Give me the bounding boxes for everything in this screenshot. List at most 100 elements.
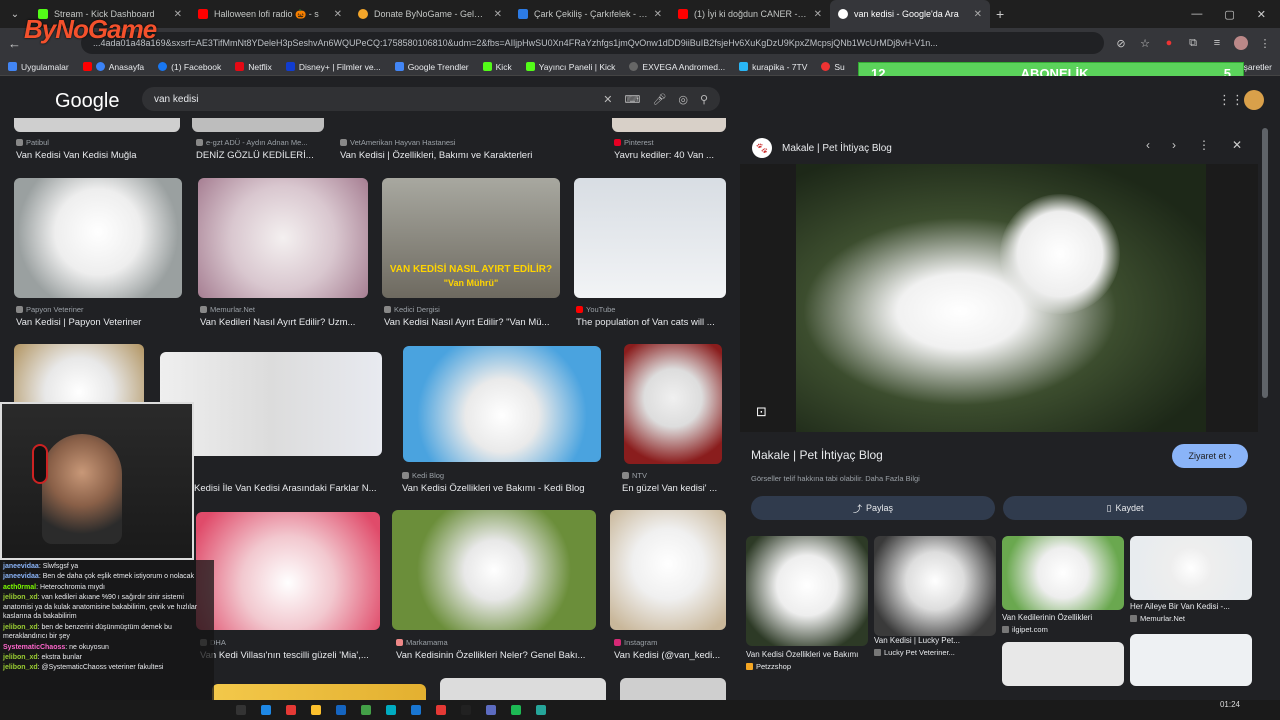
back-icon[interactable]: ← bbox=[8, 36, 21, 51]
bookmark-7tv[interactable]: kurapika - 7TV bbox=[739, 62, 807, 72]
close-icon[interactable]: ✕ bbox=[334, 9, 342, 20]
maximize-icon[interactable]: ▢ bbox=[1224, 8, 1234, 21]
related-thumb[interactable] bbox=[746, 536, 868, 646]
result-caption[interactable]: Yavru kediler: 40 Van ... bbox=[614, 150, 726, 161]
chrome-icon[interactable] bbox=[361, 705, 371, 715]
tab-donate[interactable]: Donate ByNoGame - Gelen/Gid ✕ bbox=[350, 0, 510, 28]
keyboard-icon[interactable]: ⌨ bbox=[624, 93, 640, 106]
extension-red-icon[interactable]: ● bbox=[1162, 36, 1176, 50]
menu-icon[interactable]: ⋮ bbox=[1258, 36, 1272, 50]
next-icon[interactable]: › bbox=[1172, 138, 1176, 152]
related-thumb[interactable] bbox=[1002, 642, 1124, 686]
bookmark-su[interactable]: Su bbox=[821, 62, 845, 72]
lens-search-icon[interactable]: ⊡ bbox=[756, 404, 767, 420]
media-icon[interactable]: ≡ bbox=[1210, 36, 1224, 50]
result-thumb[interactable] bbox=[610, 510, 726, 630]
eye-off-icon[interactable]: ⊘ bbox=[1114, 36, 1128, 50]
app-blue-icon[interactable] bbox=[411, 705, 421, 715]
google-logo[interactable]: Google bbox=[55, 90, 120, 113]
tab-caner[interactable]: (1) İyi ki doğdun CANER - İsme ✕ bbox=[670, 0, 830, 28]
related-caption[interactable]: Her Aileye Bir Van Kedisi -... bbox=[1130, 602, 1254, 611]
tab-google-search[interactable]: van kedisi - Google'da Ara ✕ bbox=[830, 0, 990, 28]
panel-title[interactable]: Makale | Pet İhtiyaç Blog bbox=[751, 448, 883, 462]
url-field[interactable]: ...4ada01a48a169&sxsrf=AE3TifMmNt8YDeleH… bbox=[81, 32, 1104, 54]
result-thumb[interactable] bbox=[196, 512, 380, 630]
related-caption[interactable]: Van Kedisi | Lucky Pet... bbox=[874, 636, 998, 645]
minimize-icon[interactable]: — bbox=[1191, 8, 1202, 21]
app-red-icon[interactable] bbox=[286, 705, 296, 715]
extensions-icon[interactable]: ⧉ bbox=[1186, 36, 1200, 50]
result-caption[interactable]: Van Kedisi | Özellikleri, Bakımı ve Kara… bbox=[340, 150, 600, 161]
result-caption[interactable]: Van Kedisi Nasıl Ayırt Edilir? "Van Mü..… bbox=[384, 317, 560, 328]
panel-scrollbar[interactable] bbox=[1262, 128, 1268, 398]
panel-site-name[interactable]: Makale | Pet İhtiyaç Blog bbox=[782, 143, 892, 154]
result-thumb[interactable] bbox=[624, 344, 722, 464]
store-icon[interactable] bbox=[336, 705, 346, 715]
close-icon[interactable]: ✕ bbox=[654, 9, 662, 20]
search-input[interactable]: van kedisi bbox=[154, 94, 591, 105]
result-thumb[interactable] bbox=[198, 178, 368, 298]
taskview-icon[interactable] bbox=[236, 705, 246, 715]
bookmark-anasayfa[interactable]: Anasayfa bbox=[82, 62, 144, 72]
bookmark-disney[interactable]: Disney+ | Filmler ve... bbox=[285, 62, 381, 72]
related-thumb[interactable] bbox=[1002, 536, 1124, 610]
result-caption[interactable]: The population of Van cats will ... bbox=[576, 317, 726, 328]
more-icon[interactable]: ⋮ bbox=[1198, 138, 1210, 152]
close-icon[interactable]: ✕ bbox=[174, 9, 182, 20]
obs-icon[interactable] bbox=[436, 705, 446, 715]
bookmark-trends[interactable]: Google Trendler bbox=[394, 62, 469, 72]
result-caption[interactable]: Kedisi İle Van Kedisi Arasındaki Farklar… bbox=[194, 483, 384, 494]
bookmark-apps[interactable]: Uygulamalar bbox=[8, 62, 69, 72]
result-thumb[interactable] bbox=[192, 118, 324, 132]
preview-image[interactable]: ⊡ bbox=[740, 164, 1258, 432]
close-icon[interactable]: ✕ bbox=[494, 9, 502, 20]
result-thumb[interactable]: VAN KEDİSİ NASIL AYIRT EDİLİR? "Van Mühr… bbox=[382, 178, 560, 298]
result-caption[interactable]: Van Kedisi Özellikleri ve Bakımı - Kedi … bbox=[402, 483, 602, 494]
app-teal-icon[interactable] bbox=[536, 705, 546, 715]
related-thumb[interactable] bbox=[1130, 634, 1252, 686]
tab-halloween[interactable]: Halloween lofi radio 🎃 - s ✕ bbox=[190, 0, 350, 28]
edge-icon[interactable] bbox=[261, 705, 271, 715]
result-caption[interactable]: Van Kedisi | Papyon Veteriner bbox=[16, 317, 186, 328]
tab-cark[interactable]: Çark Çekiliş - Çarkıfelek - Hızlı ✕ bbox=[510, 0, 670, 28]
close-icon[interactable]: ✕ bbox=[1232, 138, 1242, 152]
result-caption[interactable]: DENİZ GÖZLÜ KEDİLERİ... bbox=[196, 150, 326, 161]
app-dark-icon[interactable] bbox=[461, 705, 471, 715]
related-caption[interactable]: Van Kedisi Özellikleri ve Bakımı bbox=[746, 650, 870, 659]
result-caption[interactable]: En güzel Van kedisi' ... bbox=[622, 483, 726, 494]
lens-icon[interactable]: ◎ bbox=[678, 93, 688, 106]
bookmark-exvega[interactable]: EXVEGA Andromed... bbox=[629, 62, 725, 72]
related-caption[interactable]: Van Kedilerinin Özellikleri bbox=[1002, 613, 1126, 622]
account-avatar[interactable] bbox=[1244, 90, 1264, 110]
result-thumb[interactable] bbox=[403, 346, 601, 462]
result-thumb[interactable] bbox=[14, 178, 182, 298]
new-tab-button[interactable]: + bbox=[996, 6, 1004, 22]
mic-icon[interactable]: 🎤︎ bbox=[652, 93, 666, 106]
search-box[interactable]: van kedisi ✕ ⌨ 🎤︎ ◎ ⚲ bbox=[142, 87, 720, 111]
result-thumb[interactable] bbox=[392, 510, 596, 630]
close-icon[interactable]: ✕ bbox=[814, 9, 822, 20]
share-button[interactable]: ⤴ Paylaş bbox=[751, 496, 995, 520]
save-button[interactable]: ▯ Kaydet bbox=[1003, 496, 1247, 520]
app-cyan-icon[interactable] bbox=[386, 705, 396, 715]
result-thumb[interactable] bbox=[574, 178, 726, 298]
profile-icon[interactable] bbox=[1234, 36, 1248, 50]
bookmark-kick-panel[interactable]: Yayıncı Paneli | Kick bbox=[525, 62, 615, 72]
clear-icon[interactable]: ✕ bbox=[603, 93, 612, 106]
bookmark-kick[interactable]: Kick bbox=[482, 62, 512, 72]
result-caption[interactable]: Van Kedileri Nasıl Ayırt Edilir? Uzm... bbox=[200, 317, 370, 328]
search-icon[interactable]: ⚲ bbox=[700, 93, 708, 106]
result-caption[interactable]: Van Kedi Villası'nın tescilli güzeli 'Mi… bbox=[200, 650, 380, 661]
folder-icon[interactable] bbox=[311, 705, 321, 715]
result-caption[interactable]: Van Kedisi Van Kedisi Muğla bbox=[16, 150, 186, 161]
spotify-icon[interactable] bbox=[511, 705, 521, 715]
result-thumb[interactable] bbox=[612, 118, 726, 132]
prev-icon[interactable]: ‹ bbox=[1146, 138, 1150, 152]
related-thumb[interactable] bbox=[874, 536, 996, 636]
bookmark-netflix[interactable]: Netflix bbox=[235, 62, 272, 72]
close-window-icon[interactable]: ✕ bbox=[1257, 8, 1266, 21]
result-caption[interactable]: Van Kedisi (@van_kedi... bbox=[614, 650, 726, 661]
related-thumb[interactable] bbox=[1130, 536, 1252, 600]
close-icon[interactable]: ✕ bbox=[974, 9, 982, 20]
discord-icon[interactable] bbox=[486, 705, 496, 715]
